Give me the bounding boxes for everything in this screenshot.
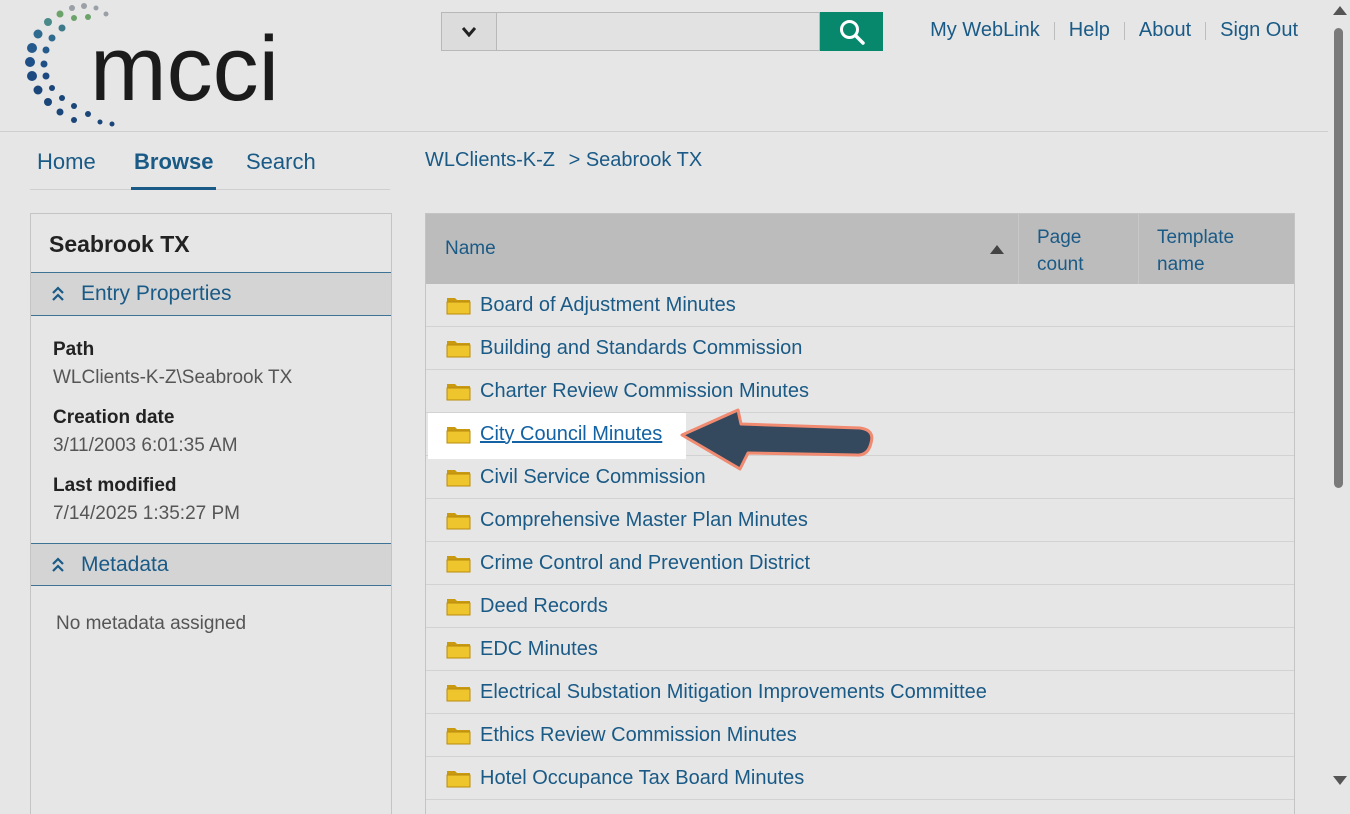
folder-icon bbox=[446, 384, 471, 401]
scroll-down-arrow-icon[interactable] bbox=[1333, 776, 1347, 785]
folder-icon bbox=[446, 556, 471, 573]
folder-icon bbox=[446, 298, 471, 315]
sort-ascending-icon bbox=[990, 245, 1004, 254]
header-divider bbox=[0, 131, 1328, 132]
collapse-chevron-icon bbox=[52, 286, 64, 301]
folder-row[interactable]: Comprehensive Master Plan Minutes bbox=[426, 499, 1294, 542]
folder-icon bbox=[446, 470, 471, 487]
search-scope-dropdown[interactable] bbox=[441, 12, 497, 51]
folder-name-link[interactable]: Board of Adjustment Minutes bbox=[480, 294, 736, 317]
help-link[interactable]: Help bbox=[1069, 19, 1110, 42]
about-link[interactable]: About bbox=[1139, 19, 1191, 42]
tab-browse[interactable]: Browse bbox=[131, 149, 217, 190]
column-header-line: Page bbox=[1037, 227, 1082, 248]
page-scrollbar[interactable] bbox=[1328, 0, 1350, 792]
chevron-down-icon bbox=[462, 26, 476, 37]
metadata-label: Metadata bbox=[81, 552, 169, 576]
folder-row[interactable]: Crime Control and Prevention District bbox=[426, 542, 1294, 585]
tab-search[interactable]: Search bbox=[246, 149, 316, 187]
breadcrumb: WLClients-K-Z > Seabrook TX bbox=[425, 149, 702, 172]
column-divider bbox=[1018, 214, 1019, 284]
panel-title: Seabrook TX bbox=[31, 214, 391, 273]
search-button[interactable] bbox=[820, 12, 883, 51]
folder-name-link[interactable]: Ethics Review Commission Minutes bbox=[480, 724, 797, 747]
folder-name-link[interactable]: EDC Minutes bbox=[480, 638, 598, 661]
folder-row[interactable]: Ethics Review Commission Minutes bbox=[426, 714, 1294, 757]
folder-name-link[interactable]: Deed Records bbox=[480, 595, 608, 618]
metadata-header[interactable]: Metadata bbox=[31, 543, 391, 586]
folder-name-link[interactable]: City Council Minutes bbox=[480, 423, 662, 446]
search-icon bbox=[839, 19, 865, 45]
sign-out-link[interactable]: Sign Out bbox=[1220, 19, 1298, 42]
folder-name-link[interactable]: Charter Review Commission Minutes bbox=[480, 380, 809, 403]
top-links: My WebLink Help About Sign Out bbox=[930, 19, 1298, 42]
folder-row[interactable]: Board of Adjustment Minutes bbox=[426, 284, 1294, 327]
entry-properties: Path WLClients-K-Z\Seabrook TX Creation … bbox=[31, 316, 391, 525]
no-metadata-text: No metadata assigned bbox=[56, 613, 247, 634]
creation-date-label: Creation date bbox=[53, 407, 175, 428]
mcci-logo[interactable]: mcci bbox=[12, 0, 332, 130]
grid-header: Name Page count Template name bbox=[426, 214, 1294, 284]
divider bbox=[1205, 21, 1207, 40]
folder-icon bbox=[446, 728, 471, 745]
search-bar bbox=[441, 12, 884, 51]
search-input[interactable] bbox=[497, 12, 820, 51]
folder-row[interactable]: Electrical Substation Mitigation Improve… bbox=[426, 671, 1294, 714]
folder-name-link[interactable]: Building and Standards Commission bbox=[480, 337, 802, 360]
entry-properties-header[interactable]: Entry Properties bbox=[31, 273, 391, 316]
last-modified-label: Last modified bbox=[53, 475, 177, 496]
tab-home[interactable]: Home bbox=[37, 149, 96, 187]
collapse-chevron-icon bbox=[52, 556, 64, 572]
folder-icon bbox=[446, 599, 471, 616]
last-modified-value: 7/14/2025 1:35:27 PM bbox=[53, 503, 240, 524]
logo-wordmark: mcci bbox=[90, 18, 279, 120]
entry-properties-label: Entry Properties bbox=[81, 282, 232, 305]
folder-listing: Name Page count Template name Board of A… bbox=[425, 213, 1295, 814]
entry-info-panel: Seabrook TX Entry Properties Path WLClie… bbox=[30, 213, 392, 814]
folder-row[interactable]: Building and Standards Commission bbox=[426, 327, 1294, 370]
folder-row[interactable]: Hotel Occupance Tax Board Minutes bbox=[426, 757, 1294, 800]
folder-name-link[interactable]: Civil Service Commission bbox=[480, 466, 706, 489]
folder-icon bbox=[446, 513, 471, 530]
folder-row[interactable]: EDC Minutes bbox=[426, 628, 1294, 671]
column-header-line: name bbox=[1157, 254, 1205, 275]
scroll-up-arrow-icon[interactable] bbox=[1333, 6, 1347, 15]
column-name-header[interactable]: Name bbox=[445, 238, 496, 260]
folder-name-link[interactable]: Electrical Substation Mitigation Improve… bbox=[480, 681, 987, 704]
grid-rows: Board of Adjustment Minutes Building and … bbox=[426, 284, 1294, 800]
folder-icon bbox=[446, 642, 471, 659]
folder-icon bbox=[446, 685, 471, 702]
folder-name-link[interactable]: Comprehensive Master Plan Minutes bbox=[480, 509, 808, 532]
folder-icon bbox=[446, 427, 471, 444]
scroll-thumb[interactable] bbox=[1334, 28, 1343, 488]
folder-row[interactable]: Deed Records bbox=[426, 585, 1294, 628]
column-header-line: Template bbox=[1157, 227, 1235, 248]
nav-tabs: Home Browse Search bbox=[30, 143, 390, 190]
divider bbox=[1053, 21, 1055, 40]
pointer-arrow-annotation bbox=[680, 408, 874, 471]
column-header-line: count bbox=[1037, 254, 1084, 275]
column-divider bbox=[1138, 214, 1139, 284]
folder-name-link[interactable]: Hotel Occupance Tax Board Minutes bbox=[480, 767, 804, 790]
breadcrumb-parent-link[interactable]: WLClients-K-Z bbox=[425, 149, 555, 171]
creation-date-value: 3/11/2003 6:01:35 AM bbox=[53, 435, 238, 456]
breadcrumb-current: > Seabrook TX bbox=[568, 149, 703, 171]
column-template-name-header[interactable]: Template name bbox=[1157, 224, 1234, 278]
path-value: WLClients-K-Z\Seabrook TX bbox=[53, 367, 293, 388]
my-weblink-link[interactable]: My WebLink bbox=[930, 19, 1040, 42]
path-label: Path bbox=[53, 339, 95, 360]
folder-icon bbox=[446, 341, 471, 358]
column-page-count-header[interactable]: Page count bbox=[1037, 224, 1083, 278]
folder-icon bbox=[446, 771, 471, 788]
folder-name-link[interactable]: Crime Control and Prevention District bbox=[480, 552, 810, 575]
divider bbox=[1123, 21, 1125, 40]
